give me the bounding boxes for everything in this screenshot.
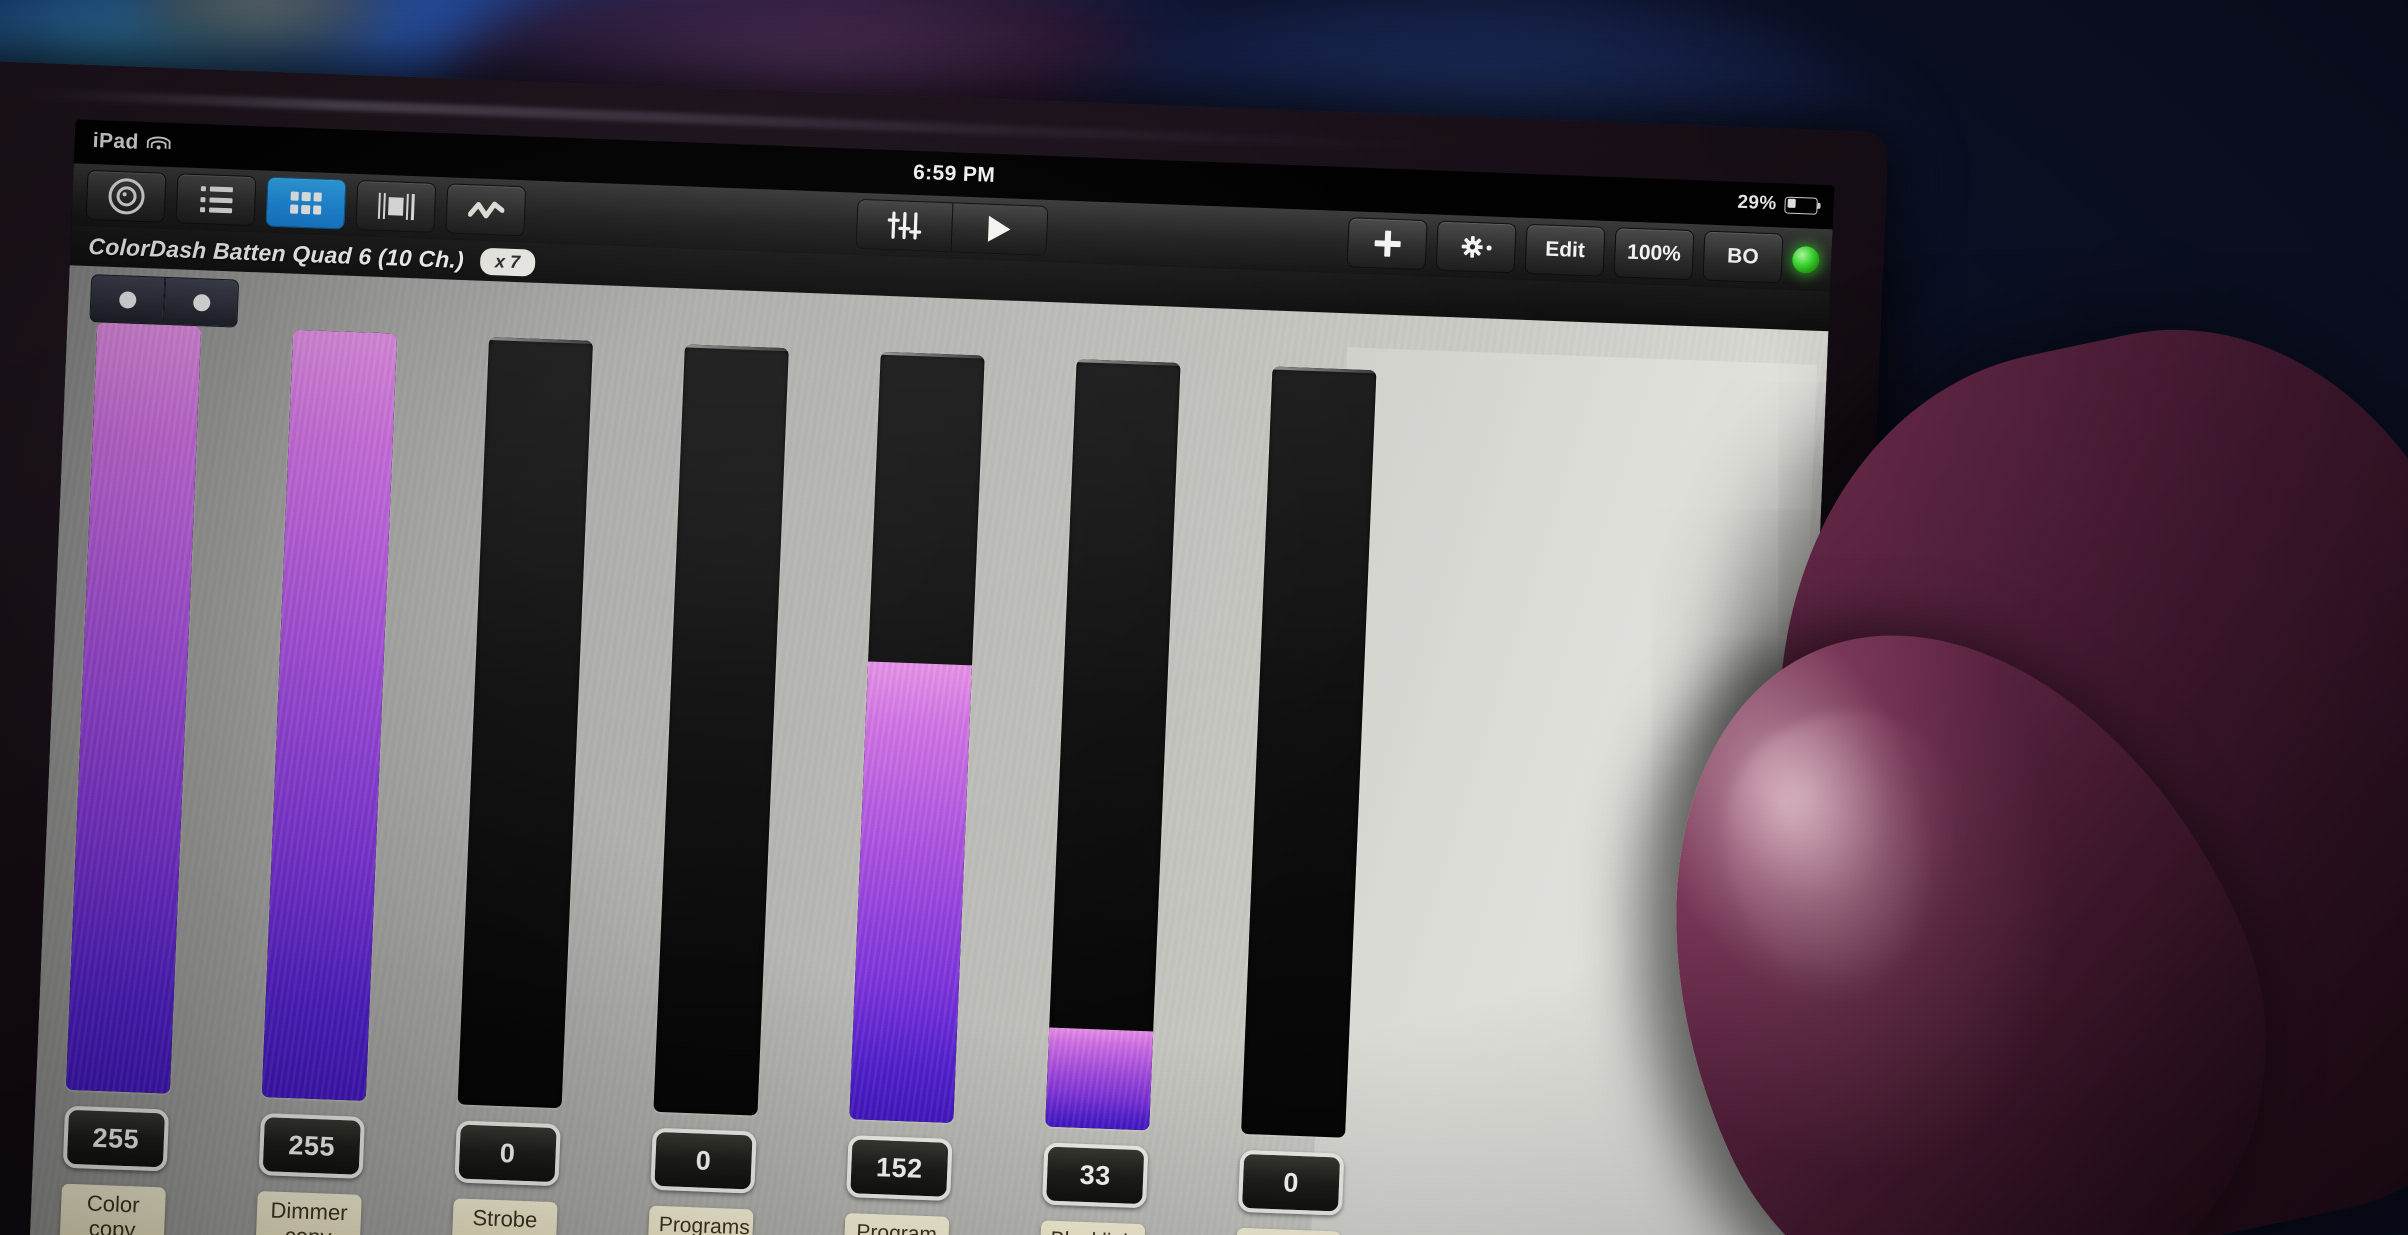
view-fader-button[interactable] (355, 179, 437, 233)
view-mode-buttons (85, 169, 527, 237)
fader-blacklight-strobe-label[interactable]: BlacklightStrobe (1234, 1227, 1342, 1235)
tablet-body: iPad 6:59 PM 29% Edit 100% BO ColorDash … (0, 60, 1889, 1235)
fader-color-copy-track[interactable] (65, 322, 202, 1094)
fader-blacklight-dimmer-value[interactable]: 33 (1041, 1142, 1149, 1209)
blackout-button[interactable]: BO (1702, 230, 1784, 284)
gear-icon (1461, 233, 1492, 260)
fader-dimmer-copy[interactable]: 255 Dimmer copy (255, 329, 398, 1235)
view-wave-button[interactable] (445, 183, 527, 237)
label-line: Dimmer copy (270, 1197, 349, 1235)
fader-color-copy-label[interactable]: Color copy (59, 1183, 166, 1235)
fader-dimmer-copy-label[interactable]: Dimmer copy (255, 1190, 362, 1235)
tablet: iPad 6:59 PM 29% Edit 100% BO ColorDash … (0, 60, 1919, 1235)
sliders-icon (887, 211, 922, 240)
plus-icon (1373, 229, 1402, 258)
label-line: Program (855, 1220, 938, 1235)
fader-program-speed-copy-label[interactable]: ProgramSpeed copy (841, 1213, 950, 1235)
thumb-highlight (1683, 673, 2019, 1013)
wave-icon (467, 201, 505, 219)
label-line: Blacklight (1050, 1228, 1141, 1235)
fader-channel-list: 255Color copy255Dimmer copy0Strobe copy0… (27, 265, 1828, 1235)
status-bar-right: 29% (1737, 192, 1818, 217)
track-highlight (488, 337, 594, 344)
fader-blacklight-strobe[interactable]: 0 BlacklightStrobe (1234, 366, 1377, 1235)
fader-blacklight-dimmer-label[interactable]: BlacklightDimmer (1038, 1220, 1146, 1235)
fader-strobe-copy-track[interactable] (457, 337, 594, 1109)
segmented-control (855, 198, 1049, 256)
fixture-selector-group (89, 274, 240, 328)
selector-dot-2-button[interactable] (163, 276, 240, 328)
play-icon (987, 215, 1011, 243)
photo-scene: iPad 6:59 PM 29% Edit 100% BO ColorDash … (0, 0, 2408, 1235)
selector-dot-1-button[interactable] (89, 274, 166, 325)
label-line: Strobe copy (472, 1205, 538, 1235)
track-highlight (880, 351, 985, 359)
grid-icon (289, 191, 323, 215)
fader-color-copy[interactable]: 255 Color copy (59, 322, 202, 1235)
master-level-button[interactable]: 100% (1613, 227, 1695, 281)
label-line: Color copy (86, 1190, 140, 1235)
gear-dot-icon (1486, 244, 1492, 251)
fader-dimmer-copy-value[interactable]: 255 (258, 1113, 366, 1179)
bullseye-icon (107, 177, 145, 215)
fader-programs-copy-value[interactable]: 0 (650, 1127, 757, 1194)
fader-programs-copy-label[interactable]: Programscopy (647, 1205, 754, 1235)
settings-button[interactable] (1435, 220, 1517, 274)
fader-program-speed-copy-track[interactable] (849, 351, 985, 1124)
connection-led[interactable] (1791, 245, 1820, 274)
fader-blacklight-strobe-track[interactable] (1241, 366, 1377, 1138)
playback-mode-button[interactable] (950, 203, 1048, 255)
battery-icon (1784, 196, 1818, 215)
fader-programs-copy[interactable]: 0 Programscopy (647, 344, 789, 1235)
fader-dimmer-copy-fill (261, 329, 398, 1101)
fader-programs-copy-track[interactable] (653, 344, 789, 1116)
fader-blacklight-dimmer[interactable]: 33 BlacklightDimmer (1038, 359, 1181, 1235)
fader-strobe-copy-label[interactable]: Strobe copy (451, 1198, 558, 1235)
fader-strobe-copy-value[interactable]: 0 (454, 1120, 561, 1187)
list-icon (199, 186, 233, 214)
track-highlight (1076, 359, 1181, 367)
fader-blacklight-dimmer-fill (1045, 1027, 1154, 1131)
view-list-button[interactable] (175, 173, 257, 227)
fader-color-copy-fill (65, 322, 202, 1094)
edit-button[interactable]: Edit (1524, 223, 1606, 277)
label-line: Programs (658, 1213, 751, 1235)
track-highlight (1272, 366, 1377, 374)
mode-segmented-control (855, 198, 1049, 256)
dot-icon (192, 293, 211, 312)
fader-blacklight-dimmer-track[interactable] (1045, 359, 1181, 1131)
fader-surface: 255Color copy255Dimmer copy0Strobe copy0… (27, 265, 1829, 1235)
tablet-screen: iPad 6:59 PM 29% Edit 100% BO ColorDash … (27, 119, 1835, 1235)
view-target-button[interactable] (85, 169, 167, 223)
fader-program-speed-copy-value[interactable]: 152 (846, 1135, 953, 1201)
fader-view-icon (377, 192, 415, 221)
track-highlight (684, 344, 789, 352)
fader-blacklight-strobe-value[interactable]: 0 (1237, 1149, 1345, 1216)
view-grid-button[interactable] (265, 176, 347, 230)
fixture-multiplier-badge[interactable]: x 7 (479, 247, 536, 277)
dot-icon (118, 290, 137, 309)
fader-color-copy-value[interactable]: 255 (62, 1105, 170, 1172)
add-button[interactable] (1346, 217, 1428, 271)
fader-program-speed-copy-fill (849, 661, 973, 1124)
fader-program-speed-copy[interactable]: 152 ProgramSpeed copy (841, 351, 985, 1235)
fader-dimmer-copy-track[interactable] (261, 329, 398, 1101)
battery-percent-label: 29% (1736, 191, 1778, 215)
fader-strobe-copy[interactable]: 0 Strobe copy (451, 337, 594, 1235)
action-buttons: Edit 100% BO (1346, 217, 1821, 285)
faders-mode-button[interactable] (856, 199, 953, 252)
